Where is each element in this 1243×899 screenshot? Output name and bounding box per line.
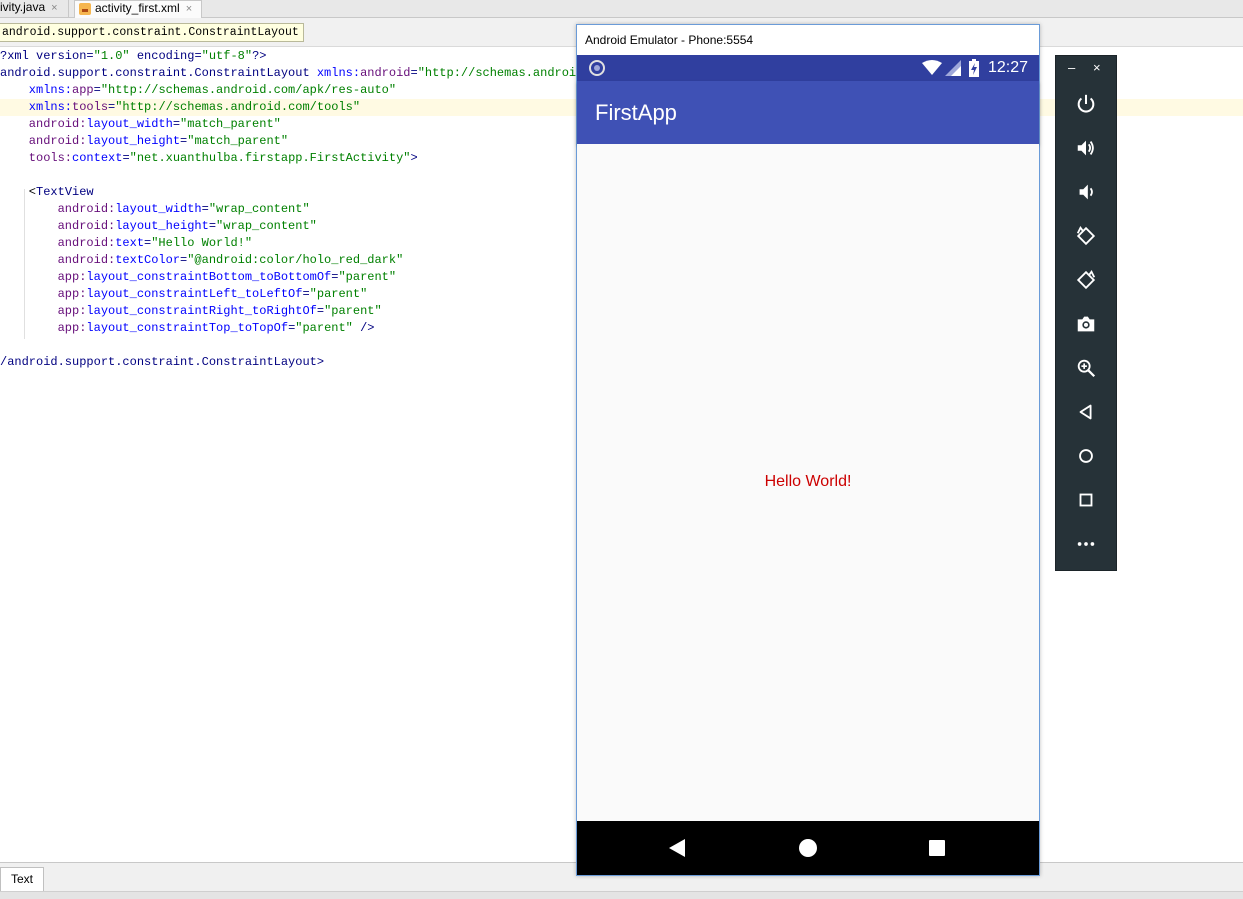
- zoom-icon[interactable]: [1074, 356, 1098, 380]
- tab-label: activity_first.xml: [95, 1, 180, 15]
- tab-text[interactable]: Text: [0, 867, 44, 892]
- signal-icon: [945, 60, 961, 76]
- xml-file-icon: [79, 3, 91, 15]
- close-button[interactable]: ×: [1093, 60, 1101, 75]
- tab-activity-java[interactable]: ivity.java ×: [0, 0, 69, 17]
- volume-up-icon[interactable]: [1074, 136, 1098, 160]
- code-line: xmlns:app="http://schemas.android.com/ap…: [0, 83, 397, 97]
- overview-icon[interactable]: [1074, 488, 1098, 512]
- code-line: app:layout_constraintLeft_toLeftOf="pare…: [0, 287, 368, 301]
- code-line: app:layout_constraintBottom_toBottomOf="…: [0, 270, 397, 284]
- emulator-toolbar: – ×: [1055, 55, 1117, 571]
- code-line: xmlns:tools="http://schemas.android.com/…: [0, 100, 361, 114]
- close-icon[interactable]: ×: [51, 2, 57, 14]
- tab-label: ivity.java: [0, 0, 46, 14]
- rotate-left-icon[interactable]: [1074, 224, 1098, 248]
- code-line: android:textColor="@android:color/holo_r…: [0, 253, 404, 267]
- code-line: tools:context="net.xuanthulba.firstapp.F…: [0, 151, 418, 165]
- app-bar: FirstApp: [577, 81, 1039, 144]
- code-line: android:layout_height="wrap_content": [0, 219, 317, 233]
- code-line: android:layout_width="match_parent": [0, 117, 281, 131]
- phone-status-bar: 12:27: [577, 55, 1039, 81]
- home-icon[interactable]: [799, 839, 817, 857]
- recents-icon[interactable]: [929, 840, 945, 856]
- notification-dot-icon: [589, 60, 605, 76]
- app-title: FirstApp: [595, 100, 677, 125]
- minimize-button[interactable]: –: [1068, 60, 1075, 75]
- back-icon[interactable]: [1074, 400, 1098, 424]
- code-line: <TextView: [0, 185, 94, 199]
- close-icon[interactable]: ×: [186, 3, 192, 15]
- volume-down-icon[interactable]: [1074, 180, 1098, 204]
- hello-world-text: Hello World!: [764, 473, 852, 490]
- editor-tab-bar: ivity.java × activity_first.xml ×: [0, 0, 1243, 18]
- tab-activity-first-xml[interactable]: activity_first.xml ×: [74, 0, 202, 18]
- emulator-title: Android Emulator - Phone:5554: [577, 25, 1039, 55]
- more-icon[interactable]: [1074, 532, 1098, 556]
- code-line: app:layout_constraintTop_toTopOf="parent…: [0, 321, 375, 335]
- camera-icon[interactable]: [1074, 312, 1098, 336]
- code-line: android:layout_width="wrap_content": [0, 202, 310, 216]
- battery-charging-icon: [969, 59, 979, 77]
- power-icon[interactable]: [1074, 92, 1098, 116]
- code-line: ?xml version="1.0" encoding="utf-8"?>: [0, 49, 267, 63]
- phone-nav-bar: [577, 821, 1039, 875]
- code-line: android:layout_height="match_parent": [0, 134, 289, 148]
- back-icon[interactable]: [669, 839, 685, 857]
- code-line: /android.support.constraint.ConstraintLa…: [0, 355, 325, 369]
- emulator-window: Android Emulator - Phone:5554 12:27 Firs…: [576, 24, 1040, 876]
- wifi-icon: [922, 60, 942, 75]
- toolbar-header: – ×: [1056, 56, 1116, 84]
- code-line: android:text="Hello World!": [0, 236, 253, 250]
- status-clock: 12:27: [988, 59, 1029, 76]
- code-line: android.support.constraint.ConstraintLay…: [0, 66, 591, 80]
- code-line: app:layout_constraintRight_toRightOf="pa…: [0, 304, 382, 318]
- breadcrumb[interactable]: android.support.constraint.ConstraintLay…: [0, 23, 304, 42]
- home-icon[interactable]: [1074, 444, 1098, 468]
- rotate-right-icon[interactable]: [1074, 268, 1098, 292]
- phone-screen[interactable]: 12:27 FirstApp Hello World!: [577, 55, 1039, 875]
- app-content: Hello World!: [577, 144, 1039, 821]
